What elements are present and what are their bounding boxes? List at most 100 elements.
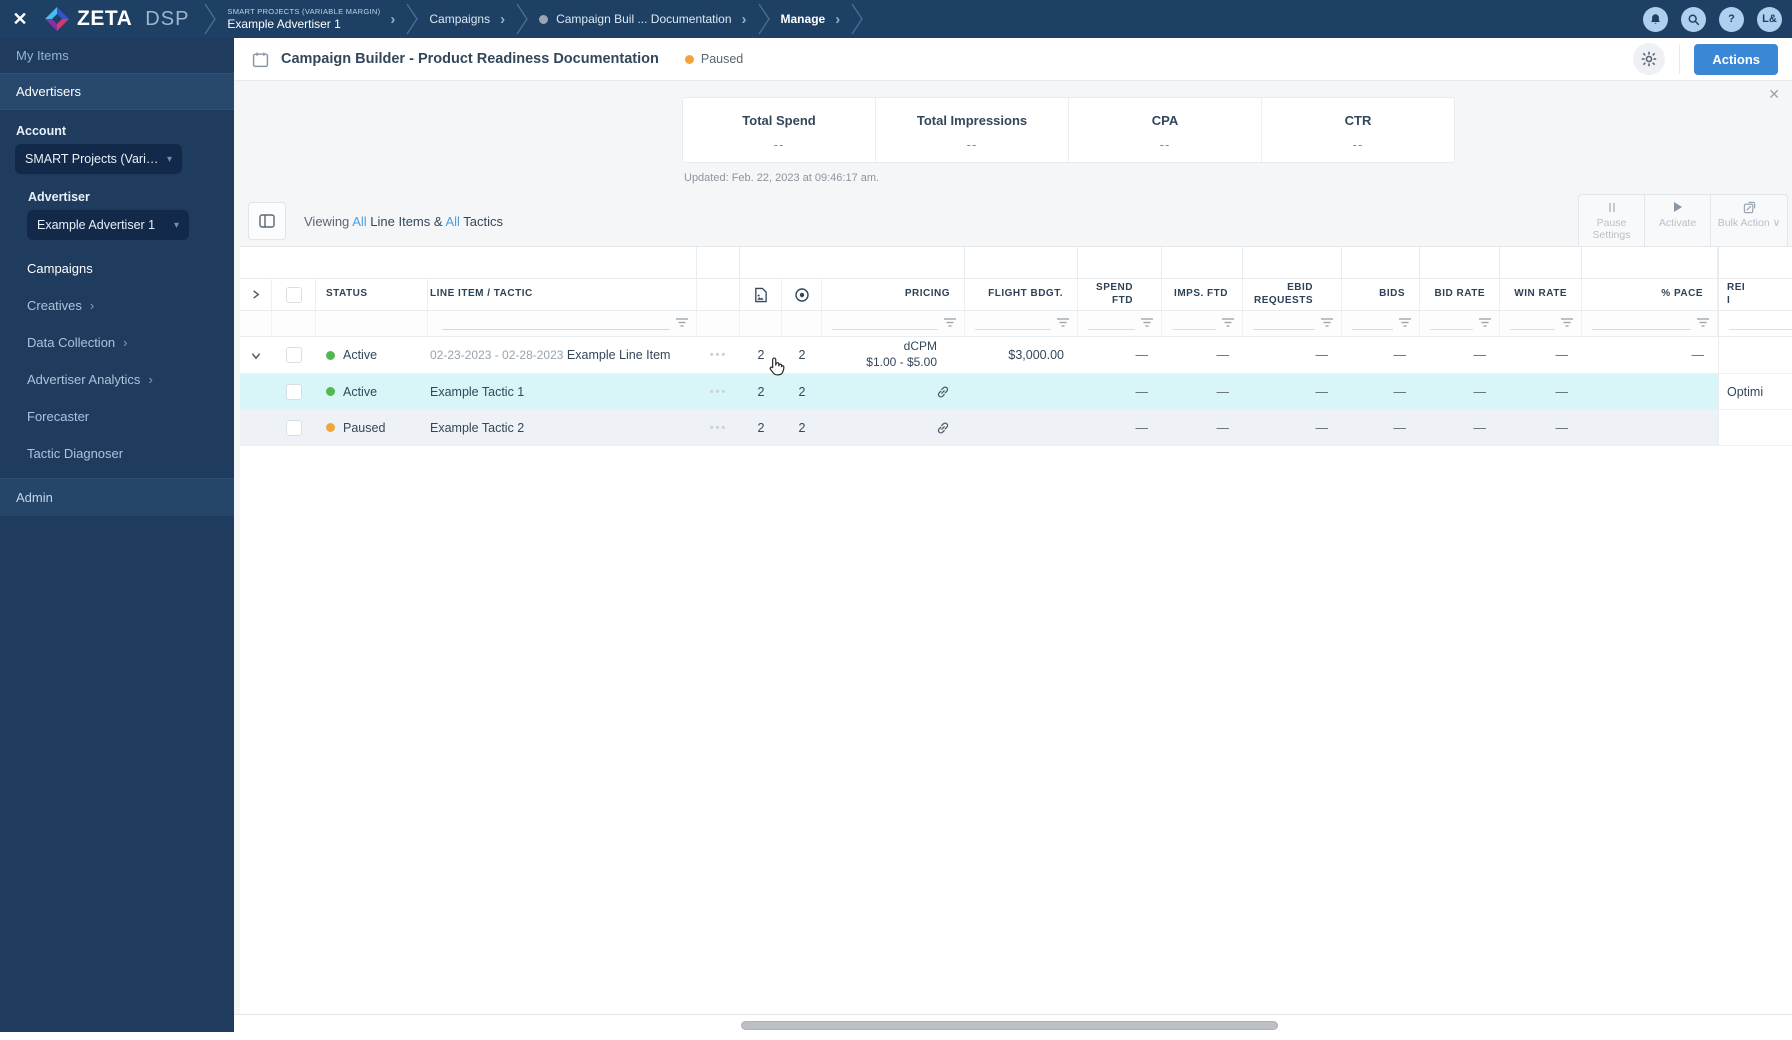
campaign-status-label: Paused	[700, 52, 744, 66]
row-menu-icon[interactable]: •••	[710, 386, 728, 398]
row-menu-icon[interactable]: •••	[710, 422, 728, 434]
header-pace[interactable]: % PACE	[1582, 279, 1718, 310]
notifications-bell-icon[interactable]	[1643, 6, 1668, 32]
sidebar-item-my-items[interactable]: My Items	[0, 38, 234, 74]
gear-icon[interactable]	[1633, 43, 1666, 75]
filter-win-rate[interactable]	[1500, 311, 1582, 336]
filter-last[interactable]	[1718, 311, 1792, 336]
chevron-right-icon: ›	[500, 10, 506, 28]
header-bid-rate[interactable]: BID RATE	[1420, 279, 1500, 310]
viewing-middle: Line Items &	[370, 213, 443, 229]
breadcrumb-campaign[interactable]: Campaign Buil ... Documentation ›	[529, 11, 756, 28]
activate-button[interactable]: Activate	[1645, 195, 1711, 247]
filter-icon[interactable]	[1560, 317, 1574, 331]
row-menu-icon[interactable]: •••	[710, 349, 728, 361]
expand-all-chevron-icon[interactable]	[251, 290, 260, 299]
sidebar-item-advertiser-analytics[interactable]: Advertiser Analytics ›	[0, 361, 234, 398]
filter-flight[interactable]	[965, 311, 1078, 336]
header-bids[interactable]: BIDS	[1342, 279, 1420, 310]
header-creatives-icon[interactable]	[740, 279, 782, 310]
account-select[interactable]: SMART Projects (Variable M... ▾	[15, 144, 182, 174]
collapse-row-chevron-icon[interactable]	[251, 351, 261, 360]
breadcrumb-manage[interactable]: Manage ›	[771, 11, 851, 28]
row-checkbox[interactable]	[286, 419, 302, 436]
breadcrumb-campaign-label: Campaign Buil ... Documentation	[556, 12, 732, 26]
breadcrumb-campaigns[interactable]: Campaigns ›	[419, 11, 515, 28]
sidebar-item-forecaster[interactable]: Forecaster	[0, 398, 234, 435]
bulk-edit-icon	[1717, 200, 1781, 214]
filter-ebid[interactable]	[1243, 311, 1342, 336]
search-icon[interactable]	[1681, 6, 1706, 32]
header-ebid-requests[interactable]: EBID REQUESTS	[1243, 279, 1342, 310]
filter-icon[interactable]	[675, 317, 689, 331]
header-flight-budget[interactable]: FLIGHT BDGT.	[965, 279, 1078, 310]
sidebar-item-creatives[interactable]: Creatives ›	[0, 287, 234, 324]
header-last-clipped[interactable]: REI I	[1718, 279, 1792, 310]
pause-settings-button[interactable]: Pause Settings	[1579, 195, 1645, 247]
filter-bid-rate[interactable]	[1420, 311, 1500, 336]
header-win-rate[interactable]: WIN RATE	[1500, 279, 1582, 310]
breadcrumb-advertiser[interactable]: SMART PROJECTS (VARIABLE MARGIN) Example…	[217, 7, 405, 31]
link-icon[interactable]	[935, 420, 951, 436]
header-pricing[interactable]: PRICING	[822, 279, 965, 310]
all-tactics-link[interactable]: All	[445, 214, 459, 229]
filter-icon[interactable]	[1398, 317, 1412, 331]
table-row-tactic-1[interactable]: Active Example Tactic 1 ••• 2 2 — — — — …	[240, 374, 1792, 410]
header-spend-ftd[interactable]: SPEND FTD	[1078, 279, 1162, 310]
sidebar-campaigns-label: Campaigns	[27, 261, 93, 276]
filter-pace[interactable]	[1582, 311, 1718, 336]
avatar[interactable]: L&	[1757, 6, 1782, 32]
last-col-value: Optimi	[1718, 374, 1792, 409]
header-imps-ftd[interactable]: IMPS. FTD	[1162, 279, 1243, 310]
table-group-header-row	[240, 247, 1792, 279]
filter-imps[interactable]	[1162, 311, 1243, 336]
filter-bids[interactable]	[1342, 311, 1420, 336]
pricing-type: dCPM	[903, 339, 937, 354]
sidebar-item-admin[interactable]: Admin	[0, 478, 234, 516]
sidebar-item-advertisers[interactable]: Advertisers	[0, 74, 234, 110]
filter-icon[interactable]	[1696, 317, 1710, 331]
pause-settings-label: Pause Settings	[1592, 217, 1631, 241]
header-line-item-tactic[interactable]: LINE ITEM / TACTIC	[428, 279, 697, 310]
advertiser-select[interactable]: Example Advertiser 1 ▾	[27, 210, 189, 240]
select-all-checkbox[interactable]	[285, 286, 302, 303]
filter-icon[interactable]	[943, 317, 957, 331]
filter-pricing[interactable]	[822, 311, 965, 336]
sidebar-item-campaigns[interactable]: Campaigns	[0, 250, 234, 287]
stat-label: CPA	[1151, 113, 1179, 128]
table-row-line-item[interactable]: Active 02-23-2023 - 02-28-2023 Example L…	[240, 337, 1792, 374]
zeta-dsp-logo[interactable]: ZETA DSP	[40, 6, 203, 32]
filter-icon[interactable]	[1320, 317, 1334, 331]
win-rate-value: —	[1555, 348, 1569, 362]
filter-icon[interactable]	[1221, 317, 1235, 331]
filter-line-item[interactable]	[428, 311, 697, 336]
link-icon[interactable]	[935, 384, 951, 400]
sidebar-data-collection-label: Data Collection	[27, 335, 116, 350]
header-targeting-icon[interactable]	[782, 279, 822, 310]
summary-close-icon[interactable]: ✕	[1768, 86, 1780, 103]
all-line-items-link[interactable]: All	[352, 214, 366, 229]
row-checkbox[interactable]	[286, 383, 302, 400]
filter-icon[interactable]	[1478, 317, 1492, 331]
sidebar-item-data-collection[interactable]: Data Collection ›	[0, 324, 234, 361]
bids-value: —	[1393, 348, 1407, 362]
filter-icon[interactable]	[1056, 317, 1070, 331]
campaign-status-badge: Paused	[684, 52, 744, 66]
actions-button[interactable]: Actions	[1694, 43, 1778, 75]
sidebar-item-tactic-diagnoser[interactable]: Tactic Diagnoser	[0, 435, 234, 472]
header-status[interactable]: STATUS	[316, 279, 428, 310]
zeta-logo-diamond-icon	[45, 7, 69, 31]
line-item-date-range: 02-23-2023 - 02-28-2023	[430, 347, 564, 362]
filter-spend[interactable]	[1078, 311, 1162, 336]
filter-icon[interactable]	[1140, 317, 1154, 331]
column-layout-icon[interactable]	[248, 202, 286, 240]
close-icon[interactable]: ✕	[0, 9, 40, 30]
row-status-label: Active	[343, 348, 378, 362]
help-icon[interactable]: ?	[1719, 6, 1744, 32]
scrollbar-thumb[interactable]	[741, 1021, 1278, 1030]
campaign-status-dot	[539, 14, 549, 24]
bulk-action-button[interactable]: Bulk Action ∨	[1711, 195, 1787, 247]
row-checkbox[interactable]	[286, 347, 302, 363]
table-row-tactic-2[interactable]: Paused Example Tactic 2 ••• 2 2 — — — — …	[240, 410, 1792, 446]
activate-label: Activate	[1658, 217, 1697, 229]
